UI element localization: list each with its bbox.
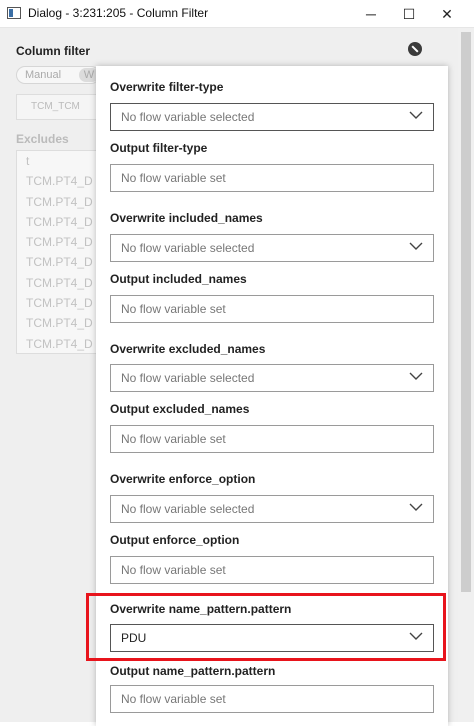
- filter-search-text: TCM_TCM: [31, 101, 80, 112]
- list-item[interactable]: TCM.PT4_D: [17, 212, 99, 232]
- output-filter-type-field[interactable]: No flow variable set: [110, 164, 434, 192]
- field-value: No flow variable set: [121, 692, 226, 706]
- overwrite-included-names-select[interactable]: No flow variable selected: [110, 234, 434, 262]
- overwrite-filter-type-label: Overwrite filter-type: [110, 80, 224, 94]
- output-included-names-field[interactable]: No flow variable set: [110, 295, 434, 323]
- output-included-names-label: Output included_names: [110, 272, 247, 286]
- output-name-pattern-label: Output name_pattern.pattern: [110, 664, 276, 678]
- chevron-down-icon: [409, 372, 423, 380]
- toggle-manual-label: Manual: [25, 69, 62, 81]
- output-enforce-option-label: Output enforce_option: [110, 533, 240, 547]
- flow-variable-icon[interactable]: [408, 42, 422, 56]
- section-title: Column filter: [16, 44, 90, 58]
- title-bar: Dialog - 3:231:205 - Column Filter ─ ☐ ✕: [0, 0, 474, 28]
- mode-toggle[interactable]: Manual W: [16, 66, 100, 84]
- output-filter-type-label: Output filter-type: [110, 141, 208, 155]
- overwrite-excluded-names-label: Overwrite excluded_names: [110, 342, 266, 356]
- select-value: No flow variable selected: [121, 371, 255, 385]
- list-item[interactable]: TCM.PT4_D: [17, 232, 99, 252]
- overwrite-included-names-label: Overwrite included_names: [110, 211, 263, 225]
- output-excluded-names-label: Output excluded_names: [110, 402, 250, 416]
- field-value: No flow variable set: [121, 171, 226, 185]
- select-value: No flow variable selected: [121, 241, 255, 255]
- chevron-down-icon: [409, 503, 423, 511]
- field-value: No flow variable set: [121, 563, 226, 577]
- select-value: No flow variable selected: [121, 502, 255, 516]
- chevron-down-icon: [409, 242, 423, 250]
- close-button[interactable]: ✕: [430, 0, 464, 28]
- output-name-pattern-field[interactable]: No flow variable set: [110, 685, 434, 713]
- scrollbar[interactable]: [458, 28, 474, 722]
- highlight-box: [86, 593, 446, 661]
- excludes-list[interactable]: t TCM.PT4_D TCM.PT4_D TCM.PT4_D TCM.PT4_…: [16, 150, 100, 354]
- list-item[interactable]: TCM.PT4_D: [17, 334, 99, 353]
- list-item[interactable]: TCM.PT4_D: [17, 171, 99, 191]
- window-title: Dialog - 3:231:205 - Column Filter: [28, 6, 209, 20]
- overwrite-enforce-option-select[interactable]: No flow variable selected: [110, 495, 434, 523]
- select-value: No flow variable selected: [121, 110, 255, 124]
- minimize-button[interactable]: ─: [354, 0, 388, 28]
- filter-search-input[interactable]: TCM_TCM: [16, 94, 100, 120]
- excludes-label: Excludes: [16, 132, 69, 146]
- overwrite-enforce-option-label: Overwrite enforce_option: [110, 472, 256, 486]
- app-icon: [7, 7, 21, 19]
- output-excluded-names-field[interactable]: No flow variable set: [110, 425, 434, 453]
- chevron-down-icon: [409, 111, 423, 119]
- list-item[interactable]: TCM.PT4_D: [17, 192, 99, 212]
- list-item[interactable]: TCM.PT4_D: [17, 313, 99, 333]
- output-enforce-option-field[interactable]: No flow variable set: [110, 556, 434, 584]
- field-value: No flow variable set: [121, 432, 226, 446]
- list-item[interactable]: t: [17, 151, 99, 171]
- maximize-button[interactable]: ☐: [392, 0, 426, 28]
- overwrite-filter-type-select[interactable]: No flow variable selected: [110, 103, 434, 131]
- list-item[interactable]: TCM.PT4_D: [17, 273, 99, 293]
- scrollbar-thumb[interactable]: [461, 32, 471, 592]
- list-item[interactable]: TCM.PT4_D: [17, 293, 99, 313]
- field-value: No flow variable set: [121, 302, 226, 316]
- list-item[interactable]: TCM.PT4_D: [17, 252, 99, 272]
- overwrite-excluded-names-select[interactable]: No flow variable selected: [110, 364, 434, 392]
